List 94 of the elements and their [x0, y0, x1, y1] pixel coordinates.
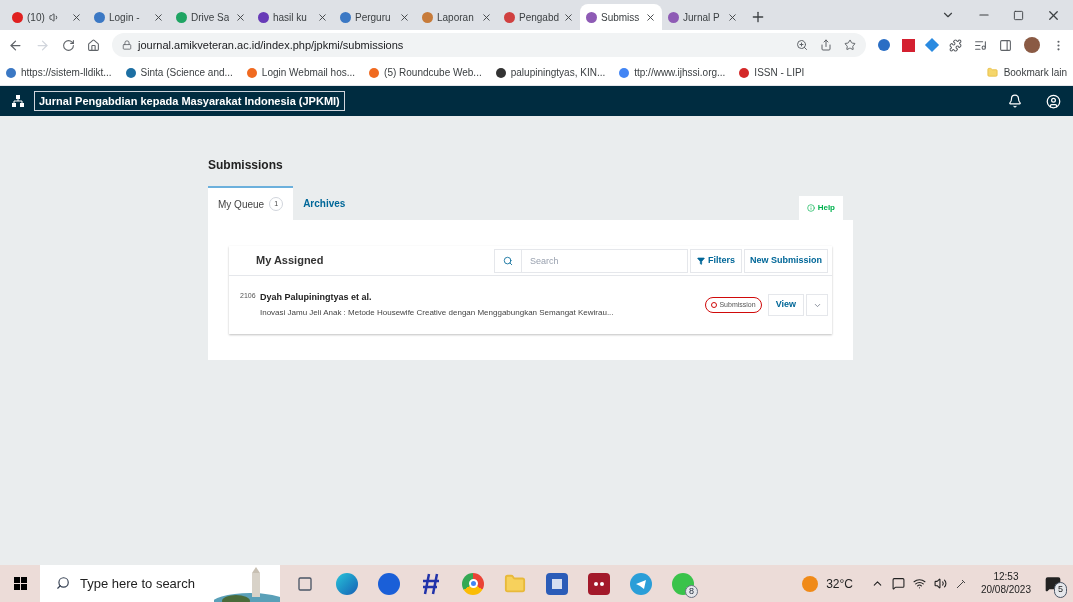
close-icon[interactable]: [71, 11, 82, 23]
close-icon[interactable]: [727, 11, 738, 23]
muted-speaker-icon[interactable]: [48, 11, 60, 23]
reload-icon[interactable]: [62, 38, 75, 52]
network-icon[interactable]: [912, 577, 926, 590]
bookmark-label: ttp://www.ijhssi.org...: [634, 66, 726, 80]
bookmark-link[interactable]: (5) Roundcube Web...: [369, 65, 482, 80]
app-icon[interactable]: [378, 572, 400, 595]
new-submission-button[interactable]: New Submission: [744, 248, 828, 273]
submission-title[interactable]: Inovasi Jamu Jeli Anak : Metode Housewife Creative dengan Menggabungkan Semangat Kewirau...: [260, 307, 614, 320]
page-tab[interactable]: Archives: [293, 186, 356, 220]
bookmark-label: https://sistem-lldikt...: [21, 66, 112, 80]
browser-tab[interactable]: Laporan: [416, 4, 498, 30]
browser-tab[interactable]: Pengabd: [498, 4, 580, 30]
lock-icon: [122, 40, 132, 50]
search-field[interactable]: Search: [521, 248, 688, 273]
browser-tab[interactable]: Login -: [88, 4, 170, 30]
bookmark-link[interactable]: Sinta (Science and...: [125, 65, 233, 80]
close-icon[interactable]: [153, 11, 164, 23]
tray-app-icon[interactable]: [891, 577, 905, 590]
browser-tab[interactable]: Perguru: [334, 4, 416, 30]
bookmark-link[interactable]: palupiningtyas, KIN...: [495, 65, 606, 80]
bookmark-link[interactable]: https://sistem-lldikt...: [6, 65, 112, 80]
browser-tab[interactable]: Drive Sa: [170, 4, 252, 30]
chrome-icon[interactable]: [462, 572, 484, 595]
close-icon[interactable]: [481, 11, 492, 23]
bookmark-link[interactable]: ISSN - LIPI: [739, 65, 805, 80]
close-icon[interactable]: [235, 11, 246, 23]
browser-tab[interactable]: hasil ku: [252, 4, 334, 30]
bookmark-star-icon[interactable]: [844, 39, 856, 51]
zoom-icon[interactable]: [796, 39, 808, 51]
close-icon[interactable]: [317, 11, 328, 23]
windows-start-icon[interactable]: [13, 577, 27, 590]
filters-button[interactable]: Filters: [689, 248, 742, 273]
notification-count: 5: [1054, 582, 1067, 598]
bookmark-link[interactable]: ttp://www.ijhssi.org...: [619, 65, 726, 80]
tab-title: hasil ku: [273, 10, 307, 25]
home-icon[interactable]: [87, 38, 100, 52]
clock[interactable]: 12:53 20/08/2023: [980, 571, 1031, 596]
close-icon[interactable]: [645, 11, 656, 23]
share-icon[interactable]: [820, 39, 832, 51]
extensions-icon[interactable]: [949, 38, 962, 52]
slash-icon[interactable]: [422, 572, 440, 595]
tab-title: Pengabd: [519, 10, 559, 25]
info-icon: [806, 204, 815, 212]
page-title: Submissions: [208, 157, 284, 174]
tab-title: Drive Sa: [191, 10, 230, 25]
telegram-icon[interactable]: [630, 572, 652, 595]
folder-icon: [986, 67, 998, 78]
address-bar[interactable]: journal.amikveteran.ac.id/index.php/jpkmi/submissions: [112, 33, 866, 57]
tab-title: Perguru: [355, 10, 391, 25]
notification-bell-icon[interactable]: [1008, 94, 1022, 108]
whatsapp-icon[interactable]: [672, 572, 694, 595]
search-button[interactable]: [493, 248, 522, 273]
tab-title: (10): [27, 10, 45, 25]
bookmark-label: Login Webmail hos...: [261, 66, 356, 80]
browser-tab[interactable]: (10): [6, 4, 88, 30]
sitemap-icon[interactable]: [12, 95, 24, 107]
list-title: My Assigned: [256, 253, 324, 269]
new-tab-icon[interactable]: [750, 9, 766, 25]
extension-icon[interactable]: [878, 39, 890, 51]
weather-temperature[interactable]: 32°C: [826, 574, 853, 593]
close-icon[interactable]: [399, 11, 410, 23]
side-panel-icon[interactable]: [999, 38, 1012, 52]
tab-title: Laporan: [437, 10, 474, 25]
tab-title: Jurnal P: [683, 10, 720, 25]
volume-icon[interactable]: [933, 577, 947, 590]
bookmark-label: ISSN - LIPI: [754, 66, 805, 80]
bookmark-label: Sinta (Science and...: [140, 66, 233, 80]
bookmark-label: palupiningtyas, KIN...: [510, 66, 606, 80]
media-icon[interactable]: [974, 38, 987, 52]
task-view-icon[interactable]: [297, 575, 313, 592]
tab-title: Submiss: [601, 10, 640, 25]
close-icon[interactable]: [563, 11, 574, 23]
bookmark-label: (5) Roundcube Web...: [384, 66, 482, 80]
user-icon[interactable]: [1046, 93, 1061, 109]
bookmark-link[interactable]: Login Webmail hos...: [246, 65, 356, 80]
taskbar-search-field[interactable]: Type here to search: [40, 565, 280, 602]
url-text: journal.amikveteran.ac.id/index.php/jpkmi/submissions: [138, 37, 404, 53]
journal-title[interactable]: Jurnal Pengabdian kepada Masyarakat Indonesia (JPKMI): [34, 90, 345, 112]
restore-icon[interactable]: [1013, 9, 1024, 21]
profile-avatar[interactable]: [1024, 37, 1040, 53]
folder-label: Bookmark lain: [1003, 66, 1067, 80]
browser-tab[interactable]: Jurnal P: [662, 4, 744, 30]
tab-title: Login -: [109, 10, 140, 25]
submission-authors[interactable]: Dyah Palupiningtyas et al.: [260, 290, 614, 305]
bookmark-folder[interactable]: Bookmark lain: [986, 65, 1067, 80]
view-button[interactable]: View: [767, 294, 804, 316]
browser-tab[interactable]: Submiss: [580, 4, 662, 30]
search-icon: [502, 255, 513, 266]
extension-icon[interactable]: [902, 38, 915, 52]
filter-icon: [696, 256, 705, 265]
back-icon[interactable]: [8, 37, 23, 53]
search-icon: [56, 576, 70, 590]
